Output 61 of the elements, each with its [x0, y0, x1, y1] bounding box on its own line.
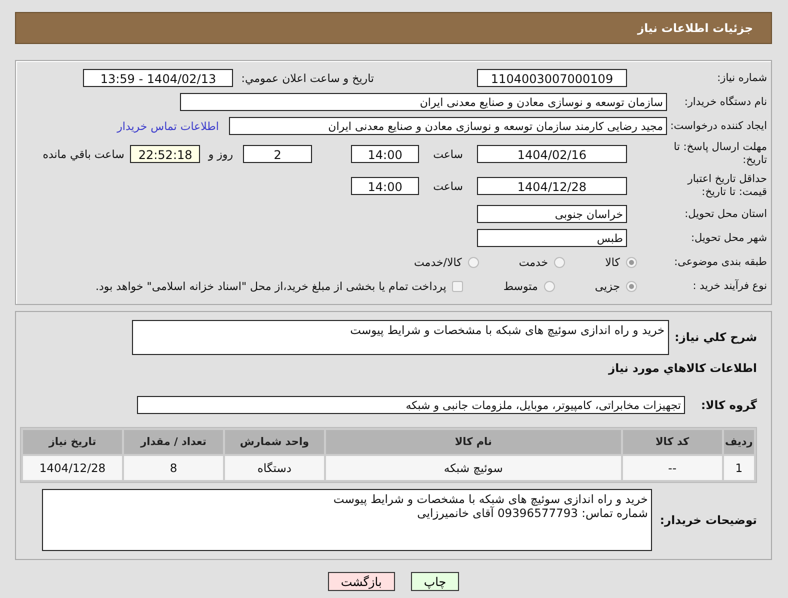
checkbox-label: پرداخت تمام یا بخشی از مبلغ خرید،از محل "اسناد خزانه اسلامی" خواهد بود. [96, 280, 446, 292]
field-label: ساعت باقي مانده [42, 148, 124, 160]
remaining-time-field[interactable]: 22:52:18 [130, 145, 200, 163]
validity-time-field[interactable]: 14:00 [351, 177, 420, 195]
field-label: توضیحات خریدار: [660, 513, 757, 527]
print-button[interactable]: چاپ [410, 572, 460, 591]
radio-button[interactable] [554, 256, 566, 268]
field-label: تاریخ و ساعت اعلان عمومي: [241, 72, 374, 84]
buyer-org-field[interactable]: سازمان توسعه و نوسازی معادن و صنایع معدنی ایران [180, 93, 667, 111]
column-header: کد کالا [622, 430, 722, 454]
option-label: کالا/خدمت [414, 256, 462, 268]
column-header: تاریخ نیاز [23, 430, 122, 454]
field-label: شماره نیاز: [716, 72, 767, 84]
deadline-date-field[interactable]: 1404/02/16 [477, 145, 627, 163]
page-header: جزئیات اطلاعات نیاز [15, 12, 772, 44]
table-cell: 1 [724, 456, 754, 480]
deadline-time-field[interactable]: 14:00 [351, 145, 420, 163]
days-field[interactable]: 2 [243, 145, 312, 163]
field-label: حداقل تاریخ اعتبار قیمت: تا تاریخ: [686, 173, 767, 199]
field-label: شهر محل تحویل: [690, 232, 767, 244]
field-label: روز و [208, 148, 234, 160]
option-label: جزیی [594, 280, 620, 292]
requester-field[interactable]: مجید رضایی کارمند سازمان توسعه و نوسازی معادن و صنایع معدنی ایران [229, 117, 667, 135]
description-field[interactable]: خرید و راه اندازی سوئیچ های شبکه با مشخصات و شرایط پیوست [132, 320, 669, 355]
table-cell: 8 [124, 456, 223, 480]
field-label: ساعت [433, 180, 463, 192]
table-cell: دستگاه [224, 456, 324, 480]
province-field[interactable]: خراسان جنوبی [477, 205, 627, 223]
field-label: استان محل تحویل: [684, 208, 767, 220]
field-label: ایجاد کننده درخواست: [669, 120, 767, 132]
field-label: گروه کالا: [700, 398, 757, 412]
table-cell: سوئیچ شبکه [326, 456, 621, 480]
buyer-notes-field[interactable]: خرید و راه اندازی سوئیچ های شبکه با مشخصات و شرایط پیوست شماره تماس: 09396577793 آقای خانمیرزایی [42, 489, 652, 551]
radio-button[interactable] [544, 280, 555, 292]
field-label: مهلت ارسال پاسخ: تا تاریخ: [672, 141, 767, 167]
field-label: نوع فرآیند خرید : [692, 280, 767, 292]
table-cell: -- [622, 456, 722, 480]
radio-button[interactable] [626, 256, 637, 268]
buyer-contact-link[interactable]: اطلاعات تماس خریدار [117, 120, 219, 132]
column-header: ردیف [724, 430, 754, 454]
field-label: شرح کلي نیاز: [674, 330, 757, 344]
option-label: کالا [605, 256, 620, 268]
validity-date-field[interactable]: 1404/12/28 [477, 177, 627, 195]
section-heading: اطلاعات کالاهاي مورد نیاز [608, 361, 757, 375]
option-label: خدمت [518, 256, 548, 268]
field-label: طبقه بندی موضوعی: [673, 256, 767, 268]
back-button[interactable]: بازگشت [328, 572, 395, 591]
announce-date-field[interactable]: 1404/02/13 - 13:59 [83, 69, 234, 87]
field-label: ساعت [433, 148, 463, 160]
column-header: واحد شمارش [224, 430, 324, 454]
goods-group-field[interactable]: تجهیزات مخابراتی، کامپیوتر، موبایل، ملزومات جانبی و شبکه [137, 396, 685, 414]
city-field[interactable]: طبس [477, 229, 627, 247]
table-cell: 1404/12/28 [23, 456, 122, 480]
field-label: نام دستگاه خریدار: [683, 96, 767, 108]
checkbox[interactable] [452, 280, 464, 292]
option-label: متوسط [503, 280, 538, 292]
radio-button[interactable] [626, 280, 637, 292]
column-header: نام کالا [326, 430, 621, 454]
radio-button[interactable] [468, 256, 479, 268]
need-number-field[interactable]: 1104003007000109 [477, 69, 627, 87]
column-header: تعداد / مقدار [124, 430, 223, 454]
